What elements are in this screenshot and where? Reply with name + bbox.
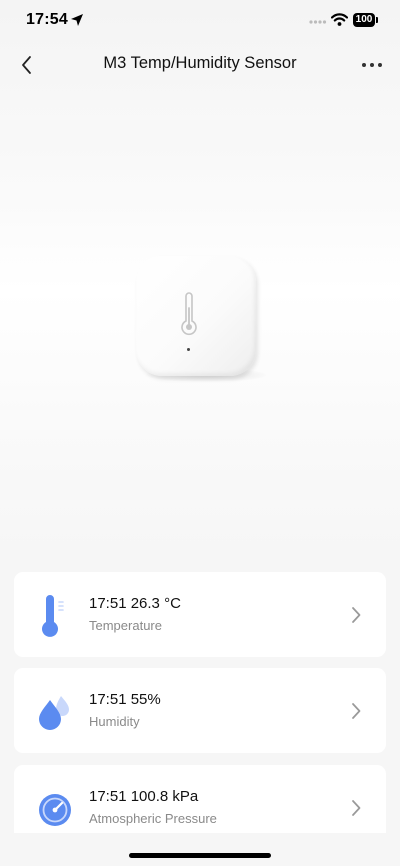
temperature-value: 17:51 26.3 °C — [89, 595, 181, 612]
thermometer-icon — [42, 595, 64, 637]
temperature-card[interactable]: 17:51 26.3 °C Temperature — [14, 572, 386, 657]
ellipsis-icon — [362, 63, 382, 67]
humidity-label: Humidity — [89, 714, 140, 729]
device-image — [136, 256, 266, 382]
chevron-right-icon — [352, 607, 361, 623]
pressure-label: Atmospheric Pressure — [89, 811, 217, 826]
pressure-value: 17:51 100.8 kPa — [89, 788, 199, 805]
battery-indicator: 100 — [353, 13, 378, 27]
humidity-card[interactable]: 17:51 55% Humidity — [14, 668, 386, 753]
home-indicator[interactable] — [129, 853, 271, 858]
status-bar: 17:54 100 — [0, 0, 400, 44]
status-time: 17:54 — [26, 11, 68, 28]
nav-bar: M3 Temp/Humidity Sensor — [0, 44, 400, 84]
thermometer-icon — [181, 292, 197, 336]
page-title: M3 Temp/Humidity Sensor — [103, 54, 297, 72]
chevron-right-icon — [352, 703, 361, 719]
battery-cap — [376, 17, 378, 23]
more-options-button[interactable] — [358, 52, 386, 78]
chevron-right-icon — [352, 800, 361, 816]
battery-level: 100 — [353, 13, 375, 27]
back-button[interactable] — [14, 52, 40, 78]
chevron-left-icon — [22, 56, 31, 74]
temperature-label: Temperature — [89, 618, 162, 633]
cellular-signal-icon — [309, 20, 327, 24]
location-arrow-icon — [71, 14, 83, 26]
wifi-icon — [331, 13, 348, 26]
status-led — [187, 348, 190, 351]
humidity-value: 17:51 55% — [89, 691, 161, 708]
gauge-icon — [39, 794, 71, 826]
sensor-device-body — [136, 256, 256, 376]
bottom-safe-area — [0, 833, 400, 866]
water-drops-icon — [39, 696, 69, 730]
